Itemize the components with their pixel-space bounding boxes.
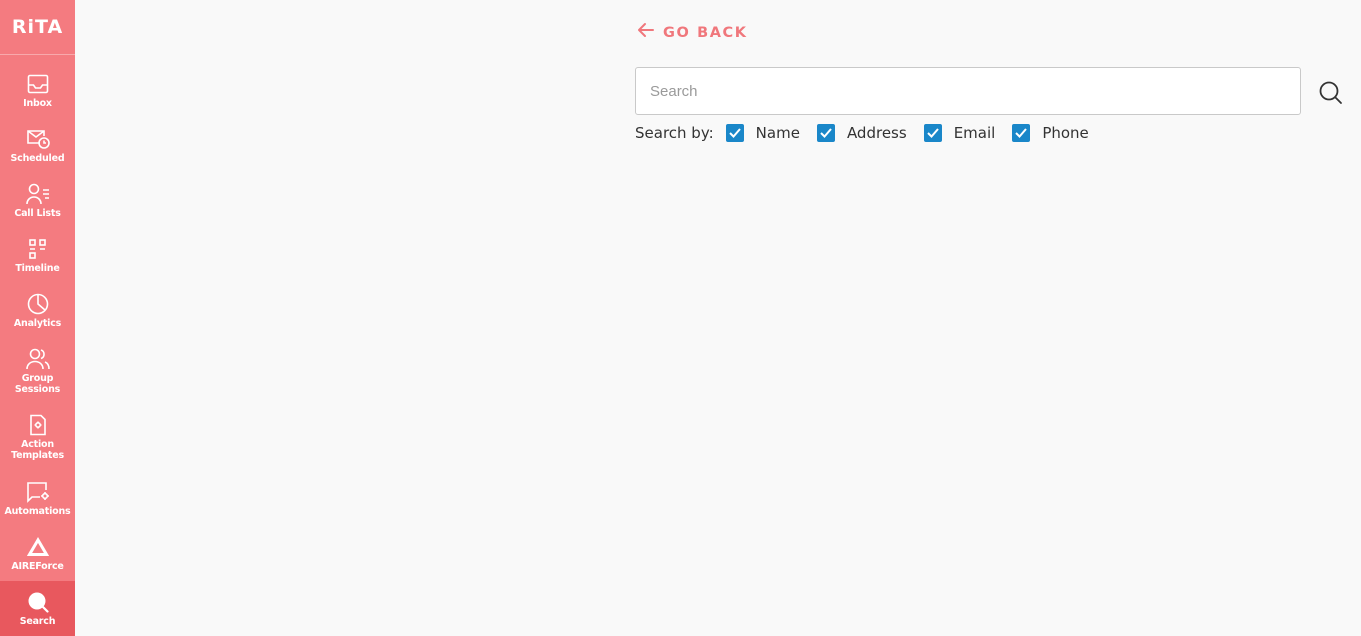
search-input[interactable] [635,67,1301,115]
checkbox-label: Phone [1042,124,1089,142]
inbox-icon [26,72,50,96]
sidebar: RiTA Inbox Scheduled Call Lists Timeline… [0,0,75,636]
call-lists-icon [25,182,50,206]
checkmark-icon [923,124,942,142]
search-button[interactable] [1318,80,1344,106]
go-back-link[interactable]: GO BACK [637,22,748,43]
search-by-label: Search by: [635,124,714,142]
action-templates-icon [26,413,50,437]
checkbox-label: Name [755,124,800,142]
sidebar-item-analytics[interactable]: Analytics [0,292,75,329]
sidebar-item-inbox[interactable]: Inbox [0,72,75,109]
group-sessions-icon [25,347,50,371]
sidebar-item-aireforce[interactable]: AIREForce [0,535,75,572]
search-icon [26,590,50,614]
sidebar-item-automations[interactable]: Automations [0,480,75,517]
search-by-filters: Search by: Name Address Email Phone [635,124,1106,142]
sidebar-item-call-lists[interactable]: Call Lists [0,182,75,219]
scheduled-icon [26,127,50,151]
checkmark-icon [1012,124,1031,142]
logo-text: RiTA [11,16,64,38]
timeline-icon [26,237,50,261]
magnifier-icon [1318,81,1344,110]
app-logo[interactable]: RiTA [0,0,75,55]
analytics-icon [26,292,50,316]
checkbox-name[interactable]: Name [725,124,800,142]
checkmark-icon [816,124,835,142]
automations-icon [26,480,50,504]
sidebar-item-scheduled[interactable]: Scheduled [0,127,75,164]
sidebar-item-action-templates[interactable]: Action Templates [0,413,75,461]
sidebar-item-search[interactable]: Search [0,581,75,636]
aireforce-icon [26,535,50,559]
checkbox-email[interactable]: Email [923,124,996,142]
go-back-label: GO BACK [663,24,748,41]
checkbox-label: Address [846,124,907,142]
checkmark-icon [725,124,744,142]
checkbox-address[interactable]: Address [816,124,907,142]
sidebar-item-timeline[interactable]: Timeline [0,237,75,274]
sidebar-item-group-sessions[interactable]: Group Sessions [0,347,75,395]
checkbox-label: Email [953,124,996,142]
arrow-left-icon [637,22,655,43]
checkbox-phone[interactable]: Phone [1012,124,1089,142]
